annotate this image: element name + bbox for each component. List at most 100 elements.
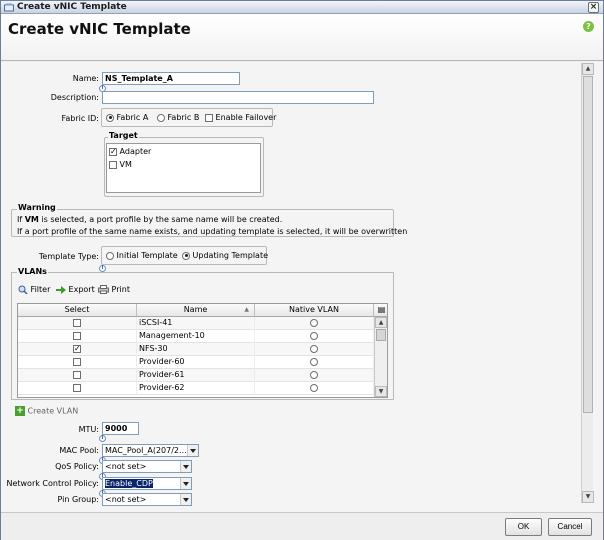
select-cell[interactable] [18, 317, 137, 330]
vlan-name: Provider-61 [137, 369, 255, 382]
native-vlan-cell[interactable] [255, 343, 374, 356]
dialog-header: Create vNIC Template ? [1, 14, 603, 61]
pin-group-select[interactable]: <not set> [102, 493, 192, 506]
initial-template-radio[interactable] [106, 251, 114, 260]
name-input[interactable]: NS_Template_A [102, 72, 240, 85]
vlan-select-checkbox[interactable]: ✓ [73, 344, 81, 353]
column-header-native-vlan[interactable]: Native VLAN [255, 304, 374, 317]
create-vlan-link[interactable]: + Create VLAN [15, 406, 78, 416]
native-vlan-cell[interactable] [255, 369, 374, 382]
scroll-up-button[interactable]: ▲ [375, 317, 387, 328]
column-chooser-button[interactable]: ▤ [374, 304, 387, 317]
target-adapter-item[interactable]: ✓ Adapter [109, 147, 151, 156]
native-vlan-radio[interactable] [310, 318, 318, 327]
fabric-b-label: Fabric B [167, 113, 200, 122]
export-icon [56, 285, 66, 294]
scroll-up-button[interactable]: ▲ [582, 63, 594, 75]
select-cell[interactable] [18, 356, 137, 369]
table-row[interactable]: iSCSI-41 [18, 317, 374, 330]
native-vlan-cell[interactable] [255, 382, 374, 395]
table-row[interactable]: ✓ NFS-30 [18, 343, 374, 356]
select-cell[interactable]: ✓ [18, 343, 137, 356]
mtu-input[interactable]: 9000 [102, 422, 139, 435]
fabric-a-label: Fabric A [116, 113, 149, 122]
native-vlan-radio[interactable] [310, 357, 318, 366]
initial-template-option[interactable]: Initial Template [106, 251, 178, 260]
template-type-label: Template Type: [38, 252, 99, 261]
vlan-select-checkbox[interactable] [73, 370, 81, 379]
sort-asc-icon: ▲ [244, 306, 249, 313]
fabric-b-option[interactable]: Fabric B [157, 113, 199, 122]
printer-icon [98, 285, 109, 294]
table-row[interactable]: Provider-61 [18, 369, 374, 382]
enable-failover-checkbox[interactable] [205, 113, 213, 122]
mac-pool-label: MAC Pool: [59, 446, 99, 455]
export-button[interactable]: Export [56, 285, 95, 294]
column-header-name-label: Name [183, 305, 208, 314]
fabric-a-radio[interactable] [106, 113, 114, 122]
vlan-name: Provider-60 [137, 356, 255, 369]
mac-pool-select[interactable]: MAC_Pool_A(207/2... [102, 444, 199, 457]
target-vm-item[interactable]: VM [109, 160, 132, 169]
scroll-thumb[interactable] [583, 76, 593, 413]
filter-button[interactable]: Filter [18, 285, 50, 295]
warning-text-suffix: is selected, a port profile by the same … [38, 215, 283, 224]
table-row[interactable]: Provider-60 [18, 356, 374, 369]
content-scrollbar[interactable]: ▲ ▼ [581, 63, 594, 503]
adapter-checkbox[interactable]: ✓ [109, 147, 117, 156]
column-header-select[interactable]: Select [18, 304, 137, 317]
scroll-down-button[interactable]: ▼ [375, 386, 387, 397]
table-scrollbar[interactable]: ▲ ▼ [374, 317, 387, 397]
native-vlan-radio[interactable] [310, 344, 318, 353]
warning-text-bold: VM [24, 215, 39, 224]
updating-template-radio[interactable] [182, 251, 190, 260]
cancel-button[interactable]: Cancel [548, 518, 592, 536]
adapter-label: Adapter [119, 147, 152, 156]
native-vlan-cell[interactable] [255, 330, 374, 343]
updating-template-option[interactable]: Updating Template [182, 251, 268, 260]
vlan-select-checkbox[interactable] [73, 383, 81, 392]
window-title: Create vNIC Template [17, 2, 127, 12]
close-icon: × [589, 2, 598, 12]
plus-icon: + [15, 406, 25, 416]
filter-icon [18, 285, 28, 295]
native-vlan-radio[interactable] [310, 383, 318, 392]
ok-button[interactable]: OK [505, 518, 542, 536]
print-button[interactable]: Print [98, 285, 130, 294]
network-control-policy-select[interactable]: Enable_CDP [102, 477, 192, 490]
enable-failover-option[interactable]: Enable Failover [205, 113, 276, 122]
info-icon: i [99, 435, 106, 442]
vm-checkbox[interactable] [109, 160, 117, 169]
native-vlan-radio[interactable] [310, 370, 318, 379]
print-label: Print [111, 285, 130, 294]
select-cell[interactable] [18, 382, 137, 395]
native-vlan-cell[interactable] [255, 317, 374, 330]
fabric-b-radio[interactable] [157, 113, 165, 122]
table-row[interactable]: Management-10 [18, 330, 374, 343]
pin-group-value: <not set> [105, 495, 147, 504]
qos-policy-select[interactable]: <not set> [102, 460, 192, 473]
warning-legend: Warning [17, 203, 57, 212]
vlan-select-checkbox[interactable] [73, 331, 81, 340]
column-header-name[interactable]: Name ▲ [137, 304, 255, 317]
vlan-select-checkbox[interactable] [73, 357, 81, 366]
vlan-select-checkbox[interactable] [73, 318, 81, 327]
table-row[interactable]: Provider-62 [18, 382, 374, 395]
form-content: Name: NS_Template_A i Description: Fabri… [1, 62, 603, 512]
fabric-id-label: Fabric ID: [61, 114, 99, 123]
native-vlan-cell[interactable] [255, 356, 374, 369]
description-label: Description: [50, 93, 99, 102]
scroll-thumb[interactable] [376, 329, 386, 341]
native-vlan-radio[interactable] [310, 331, 318, 340]
chevron-down-icon [187, 445, 198, 456]
select-cell[interactable] [18, 330, 137, 343]
vlan-name: Management-10 [137, 330, 255, 343]
export-label: Export [68, 285, 95, 294]
select-cell[interactable] [18, 369, 137, 382]
description-input[interactable] [102, 91, 374, 104]
help-icon[interactable]: ? [583, 21, 594, 32]
close-button[interactable]: × [588, 2, 599, 13]
target-list: ✓ Adapter VM [106, 143, 261, 193]
scroll-down-button[interactable]: ▼ [582, 491, 594, 503]
fabric-a-option[interactable]: Fabric A [106, 113, 148, 122]
